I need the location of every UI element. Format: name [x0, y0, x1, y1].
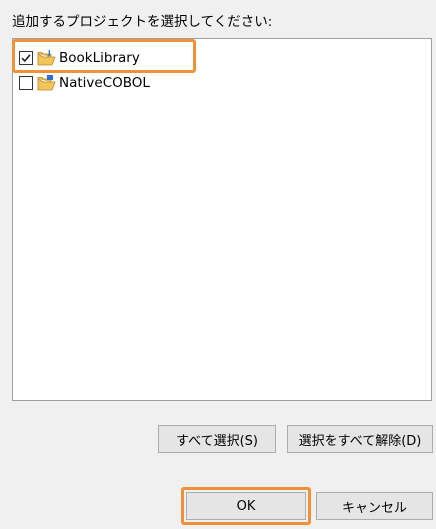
project-label: NativeCOBOL: [59, 75, 150, 91]
deselect-all-button[interactable]: 選択をすべて解除(D): [287, 425, 433, 453]
svg-text:J: J: [47, 49, 51, 57]
cancel-button[interactable]: キャンセル: [316, 492, 433, 520]
project-item-nativecobol[interactable]: NativeCOBOL: [19, 72, 150, 94]
select-all-button[interactable]: すべて選択(S): [158, 425, 276, 453]
checkbox-unchecked[interactable]: [19, 76, 33, 90]
project-list[interactable]: J BookLibrary NativeCOBOL: [12, 38, 432, 401]
java-project-folder-icon: J: [37, 49, 56, 66]
ok-button[interactable]: OK: [186, 492, 306, 520]
project-item-booklibrary[interactable]: J BookLibrary: [19, 47, 140, 69]
project-label: BookLibrary: [59, 50, 140, 66]
cobol-project-folder-icon: [37, 75, 56, 91]
checkbox-checked[interactable]: [19, 51, 33, 65]
prompt-label: 追加するプロジェクトを選択してください:: [12, 14, 273, 30]
checkmark-icon: [21, 54, 31, 63]
